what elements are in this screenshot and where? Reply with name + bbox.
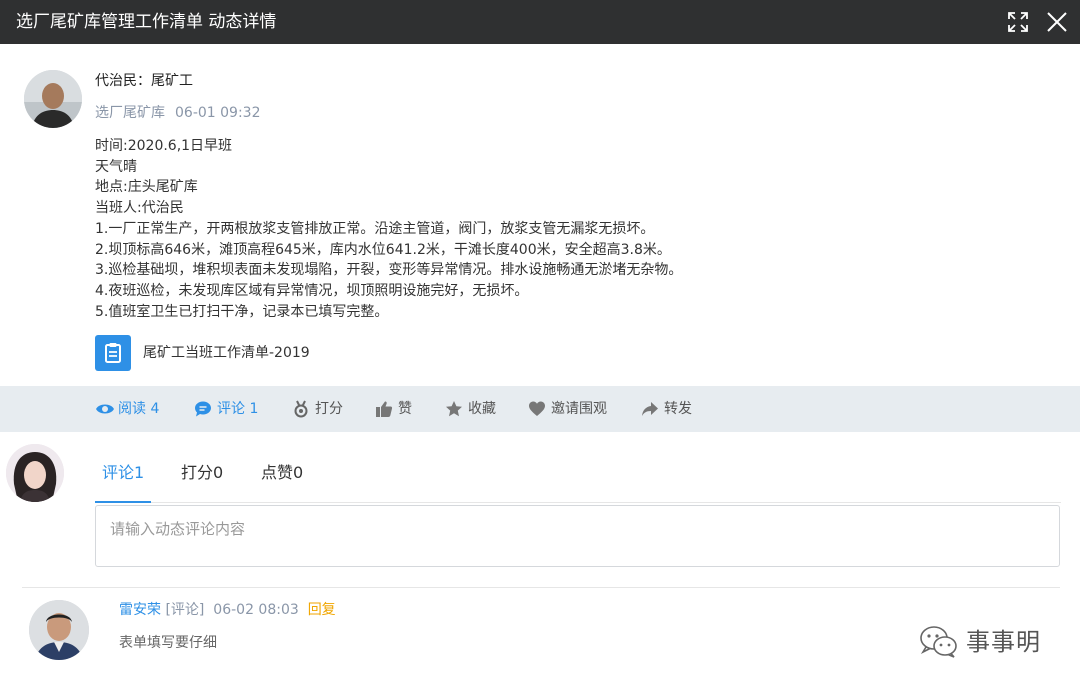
like-action[interactable]: 赞	[375, 398, 419, 420]
post-body: 时间:2020.6,1日早班 天气晴 地点:庄头尾矿库 当班人:代治民 1.一厂…	[95, 136, 995, 322]
score-action[interactable]: 打分	[292, 398, 352, 420]
tab-scores[interactable]: 打分0	[181, 462, 223, 484]
watermark: 事事明	[918, 624, 1040, 660]
reply-button[interactable]: 回复	[308, 602, 336, 618]
wechat-icon	[920, 626, 957, 658]
eye-icon	[96, 404, 114, 414]
active-tab-indicator	[95, 501, 151, 503]
invite-label: 邀请围观	[551, 401, 607, 417]
commenter-name[interactable]: 雷安荣	[119, 602, 161, 618]
commenter-avatar[interactable]	[29, 600, 89, 660]
clipboard-icon	[95, 335, 131, 371]
post-author[interactable]: 代治民：尾矿工	[95, 71, 193, 91]
comment-icon	[195, 401, 211, 417]
close-icon[interactable]	[1045, 10, 1069, 34]
post-line: 当班人:代治民	[95, 200, 184, 217]
thumbs-up-icon	[376, 401, 393, 417]
current-user-avatar	[6, 444, 64, 502]
post-line: 时间:2020.6,1日早班	[95, 138, 233, 154]
tab-comments[interactable]: 评论1	[102, 462, 144, 484]
score-label: 打分	[315, 401, 343, 417]
share-arrow-icon	[642, 402, 658, 416]
post-line: 3.巡检基础坝，堆积坝表面未发现塌陷，开裂，变形等异常情况。排水设施畅通无淤堵无…	[95, 262, 683, 279]
like-label: 赞	[398, 401, 412, 417]
read-count: 4	[150, 401, 160, 417]
author-avatar[interactable]	[24, 70, 82, 128]
post-line: 2.坝顶标高646米，滩顶高程645米，库内水位641.2米，干滩长度400米，…	[95, 241, 671, 258]
post-group[interactable]: 选厂尾矿库	[95, 105, 165, 121]
comment-count: 1	[249, 401, 259, 417]
watermark-text: 事事明	[966, 628, 1041, 656]
tab-likes[interactable]: 点赞0	[261, 462, 303, 484]
action-bar: 阅读 4 评论 1 打分 赞 收藏 邀请围观 转发	[0, 386, 1080, 432]
maximize-icon[interactable]	[1006, 10, 1030, 34]
comment-input[interactable]	[95, 505, 1060, 567]
comment-meta: 雷安荣 [评论] 06-02 08:03 回复	[119, 600, 336, 620]
post-time: 06-01 09:32	[175, 105, 261, 121]
heart-icon	[529, 401, 545, 416]
comment-action[interactable]: 评论 1	[194, 398, 274, 420]
post-line: 天气晴	[95, 158, 137, 175]
comment-type: [评论]	[165, 602, 205, 618]
attachment-name[interactable]: 尾矿工当班工作清单-2019	[143, 344, 310, 362]
post-line: 地点:庄头尾矿库	[95, 179, 198, 196]
post-line: 5.值班室卫生已打扫干净，记录本已填写完整。	[95, 303, 389, 320]
post-line: 4.夜班巡检，未发现库区域有异常情况，坝顶照明设施完好，无损坏。	[95, 282, 529, 299]
favorite-label: 收藏	[468, 401, 496, 417]
comment-divider	[22, 587, 1060, 588]
post-line: 1.一厂正常生产，开两根放浆支管排放正常。沿途主管道，阀门，放浆支管无漏浆无损坏…	[95, 220, 655, 237]
comment-label: 评论	[217, 401, 245, 417]
window-title: 选厂尾矿库管理工作清单 动态详情	[16, 12, 277, 32]
forward-label: 转发	[664, 401, 692, 417]
comment-time: 06-02 08:03	[213, 602, 299, 618]
tab-divider	[95, 502, 1061, 503]
invite-action[interactable]: 邀请围观	[528, 398, 618, 420]
read-action[interactable]: 阅读 4	[95, 398, 175, 420]
favorite-action[interactable]: 收藏	[445, 398, 505, 420]
forward-action[interactable]: 转发	[641, 398, 701, 420]
star-icon	[446, 401, 462, 417]
title-bar: 选厂尾矿库管理工作清单 动态详情	[0, 0, 1080, 44]
comment-text: 表单填写要仔细	[119, 635, 217, 651]
post-meta: 选厂尾矿库 06-01 09:32	[95, 103, 260, 123]
medal-icon	[294, 400, 308, 418]
read-label: 阅读	[118, 401, 146, 417]
